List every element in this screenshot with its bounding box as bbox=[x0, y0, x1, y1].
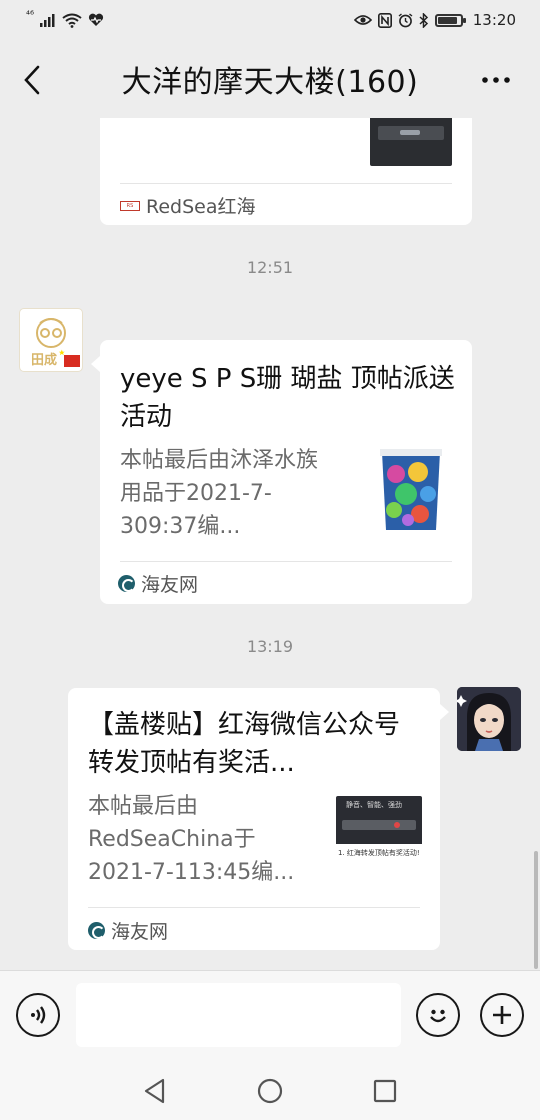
back-button[interactable] bbox=[14, 60, 50, 100]
add-button[interactable] bbox=[480, 993, 524, 1037]
card-divider bbox=[88, 907, 420, 908]
timestamp: 12:51 bbox=[246, 258, 294, 277]
link-card-redsea[interactable]: RS RedSea红海 bbox=[100, 118, 472, 225]
plus-icon bbox=[493, 1006, 511, 1024]
bubble-tail bbox=[91, 356, 100, 372]
status-left: ⁴⁶ bbox=[26, 9, 104, 28]
promo-device-light bbox=[394, 822, 400, 828]
triangle-back-icon bbox=[144, 1078, 165, 1104]
system-nav-bar bbox=[0, 1060, 540, 1120]
status-time: 13:20 bbox=[472, 11, 516, 29]
input-bar bbox=[0, 970, 540, 1060]
wifi-icon bbox=[62, 13, 82, 28]
haiyou-logo-icon bbox=[88, 922, 105, 939]
card-source: 海友网 bbox=[88, 917, 168, 944]
square-recent-icon bbox=[373, 1079, 397, 1103]
bubble-tail bbox=[440, 704, 449, 720]
bluetooth-icon bbox=[419, 12, 428, 28]
promo-overlay-text: 静音、智能、强劲 bbox=[346, 801, 402, 809]
coral-salt-bucket-thumbnail bbox=[378, 446, 444, 532]
chat-header: 大洋的摩天大楼(160) bbox=[0, 40, 540, 118]
chat-scrollbar[interactable] bbox=[534, 851, 538, 969]
alarm-icon bbox=[398, 12, 413, 27]
thumbnail-device-light bbox=[400, 130, 420, 135]
card-divider bbox=[120, 183, 452, 184]
card-description: 本帖最后由RedSeaChina于2021-7-113:45编... bbox=[88, 794, 295, 885]
link-card-coral-salt[interactable]: yeye S P S珊 瑚盐 顶帖派送活动 本帖最后由沐泽水族用品于2021-7… bbox=[100, 340, 472, 604]
message-input[interactable] bbox=[76, 983, 401, 1047]
chat-title: 大洋的摩天大楼(160) bbox=[121, 65, 419, 100]
network-type: ⁴⁶ bbox=[26, 9, 35, 21]
card-description: 本帖最后由沐泽水族用品于2021-7-309:37编... bbox=[120, 448, 319, 539]
card-title: yeye S P S珊 瑚盐 顶帖派送活动 bbox=[120, 364, 455, 432]
more-dots-icon bbox=[482, 77, 510, 83]
promo-caption: 1. 红海转发顶帖有奖活动! bbox=[338, 849, 420, 857]
voice-icon bbox=[31, 1006, 46, 1024]
emoji-icon bbox=[430, 1009, 446, 1023]
nav-recent-button[interactable] bbox=[370, 1076, 400, 1106]
promo-device bbox=[342, 820, 416, 830]
card-source: RS RedSea红海 bbox=[120, 192, 256, 219]
card-title: 【盖楼贴】红海微信公众号转发顶帖有奖活... bbox=[88, 710, 401, 778]
promo-image: 静音、智能、强劲 bbox=[336, 796, 422, 844]
nfc-icon bbox=[377, 12, 392, 28]
nav-home-button[interactable] bbox=[255, 1076, 285, 1106]
signal-icon bbox=[40, 14, 55, 27]
card-source-label: 海友网 bbox=[141, 574, 199, 596]
card-divider bbox=[120, 561, 452, 562]
link-thumbnail bbox=[370, 118, 452, 166]
redsea-promo-thumbnail: 静音、智能、强劲 1. 红海转发顶帖有奖活动! bbox=[336, 796, 422, 876]
chat-messages[interactable]: RS RedSea红海 12:51 田成 yeye S P S珊 瑚盐 顶帖派送… bbox=[0, 118, 540, 970]
status-bar: ⁴⁶ 13:20 bbox=[0, 0, 540, 40]
eye-icon bbox=[353, 15, 372, 25]
avatar-text: 田成 bbox=[31, 353, 58, 368]
link-card-redsea-repost[interactable]: 【盖楼贴】红海微信公众号转发顶帖有奖活... 本帖最后由RedSeaChina于… bbox=[68, 688, 440, 950]
timestamp: 13:19 bbox=[246, 637, 294, 656]
haiyou-logo-icon bbox=[118, 575, 135, 592]
more-button[interactable] bbox=[474, 60, 518, 100]
heart-health-icon bbox=[88, 13, 104, 26]
nav-back-button[interactable] bbox=[140, 1076, 170, 1106]
circle-home-icon bbox=[257, 1078, 283, 1104]
card-source-label: 海友网 bbox=[111, 921, 169, 943]
redsea-logo-icon: RS bbox=[120, 200, 140, 211]
emoji-button[interactable] bbox=[416, 993, 460, 1037]
battery-level bbox=[437, 16, 457, 24]
battery-icon bbox=[434, 13, 466, 27]
status-right: 13:20 bbox=[353, 11, 516, 29]
avatar-portrait-icon bbox=[457, 687, 521, 751]
card-source: 海友网 bbox=[118, 570, 198, 597]
avatar[interactable]: 田成 bbox=[19, 308, 83, 372]
chevron-left-icon bbox=[24, 65, 40, 95]
avatar-self[interactable] bbox=[457, 687, 521, 751]
card-source-label: RedSea红海 bbox=[146, 196, 256, 218]
voice-button[interactable] bbox=[16, 993, 60, 1037]
